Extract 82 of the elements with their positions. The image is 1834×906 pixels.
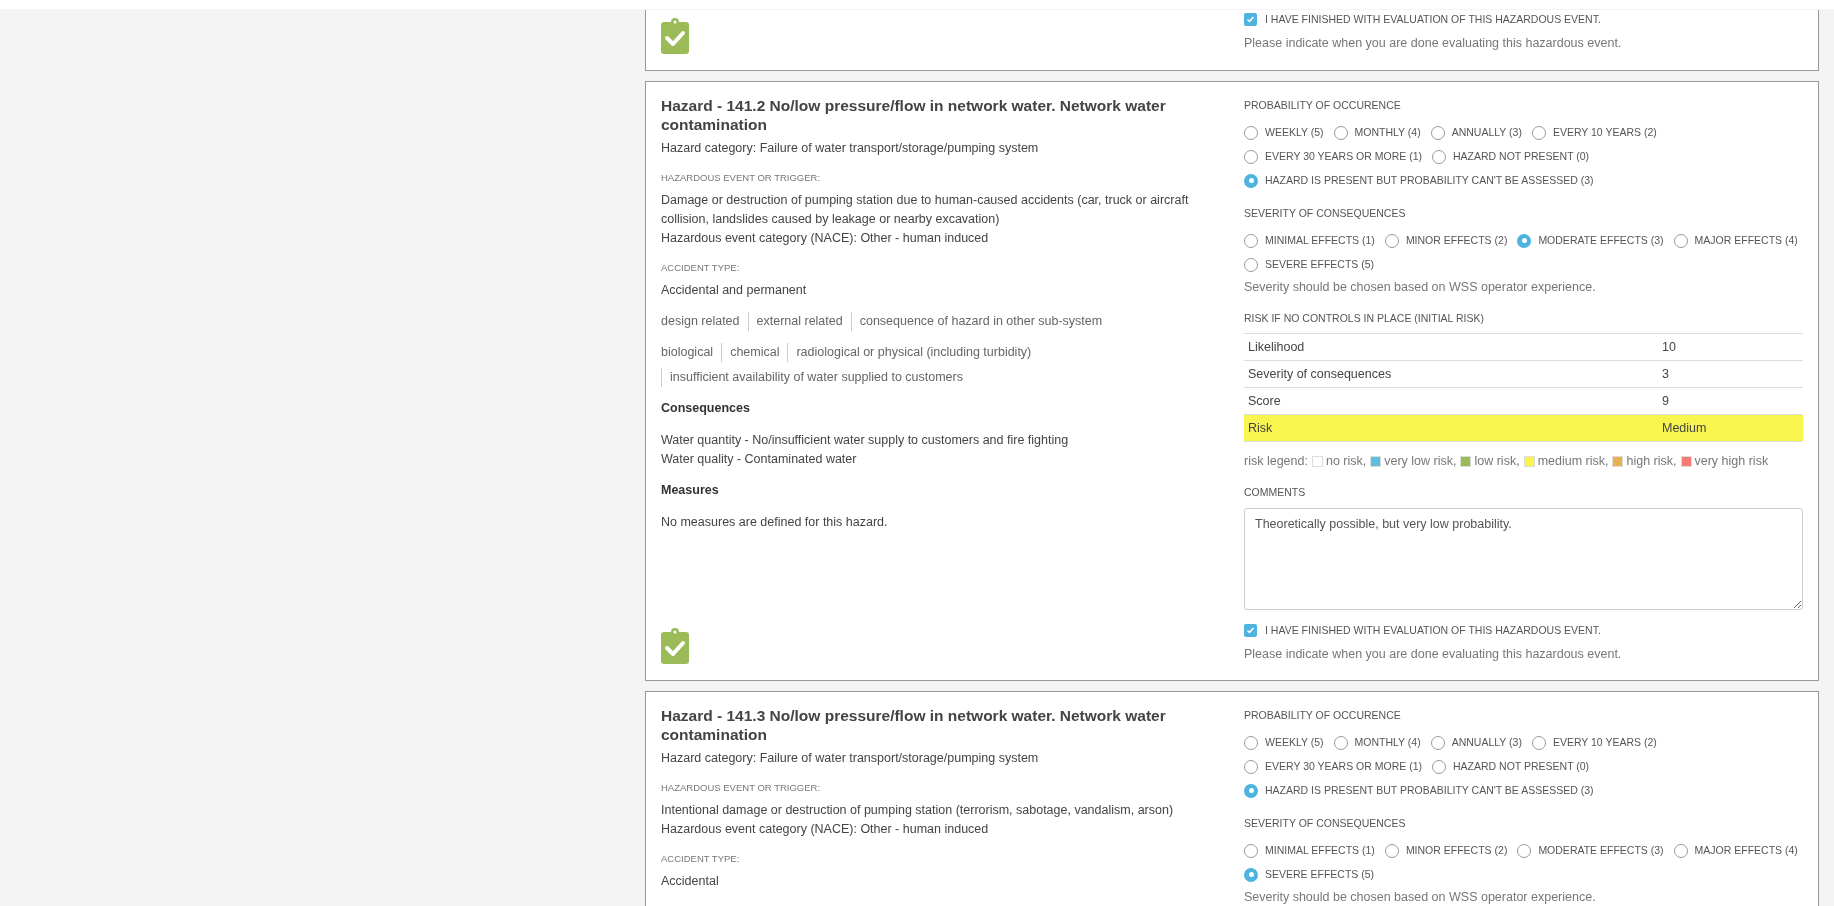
event-category: Hazardous event category (NACE): Other - human induced xyxy=(661,230,990,247)
hazard-category: Hazard category: Failure of water transport/storage/pumping system xyxy=(661,750,1040,767)
radio-option[interactable]: EVERY 30 YEARS OR MORE (1) xyxy=(1244,757,1422,776)
radio-option[interactable]: MAJOR EFFECTS (4) xyxy=(1673,231,1798,250)
radio-option[interactable]: MINIMAL EFFECTS (1) xyxy=(1244,231,1375,250)
legend-text: very low risk, xyxy=(1384,453,1457,470)
section-label: COMMENTS xyxy=(1244,485,1307,500)
radio-option[interactable]: EVERY 10 YEARS (2) xyxy=(1531,123,1657,142)
field-label: HAZARDOUS EVENT OR TRIGGER: xyxy=(661,781,822,795)
hazard-title: Hazard - 141.3 No/low pressure/flow in network water. Network water contamination xyxy=(661,706,1167,744)
hint-text: Severity should be chosen based on WSS operator experience. xyxy=(1244,279,1597,296)
tag-text: design related xyxy=(661,313,740,330)
clipboard-check-icon xyxy=(661,18,689,54)
field-label: ACCIDENT TYPE: xyxy=(661,852,741,866)
hint-text: Severity should be chosen based on WSS operator experience. xyxy=(1244,889,1597,906)
section-heading: Measures xyxy=(661,482,720,499)
radio-option[interactable]: WEEKLY (5) xyxy=(1244,733,1324,752)
clipboard-check-icon xyxy=(661,628,689,664)
radio-option[interactable]: MINIMAL EFFECTS (1) xyxy=(1244,841,1375,860)
legend-label: risk legend: xyxy=(1244,453,1308,470)
section-label: SEVERITY OF CONSEQUENCES xyxy=(1244,206,1407,221)
field-label: HAZARDOUS EVENT OR TRIGGER: xyxy=(661,171,822,185)
consequence-item: Water quality - Contaminated water xyxy=(661,451,858,468)
event-category: Hazardous event category (NACE): Other - human induced xyxy=(661,821,990,838)
tag-text: consequence of hazard in other sub-system xyxy=(850,312,1103,331)
radio-option[interactable]: MODERATE EFFECTS (3) xyxy=(1517,231,1664,250)
table-cell-text: 3 xyxy=(1662,365,1670,383)
radio-option[interactable]: MAJOR EFFECTS (4) xyxy=(1673,841,1798,860)
hint-text: Please indicate when you are done evaluating this hazardous event. xyxy=(1244,35,1623,52)
radio-option[interactable]: MONTHLY (4) xyxy=(1333,733,1421,752)
measures-text: No measures are defined for this hazard. xyxy=(661,514,889,531)
hazard-title: Hazard - 141.2 No/low pressure/flow in network water. Network water contamination xyxy=(661,96,1167,134)
radio-option[interactable]: WEEKLY (5) xyxy=(1244,123,1324,142)
consequence-item: Water quantity - No/insufficient water supply to customers and fire fighting xyxy=(661,432,1070,449)
table-cell-text: Likelihood xyxy=(1248,338,1306,356)
tag-text: external related xyxy=(747,312,843,331)
checkmark-icon xyxy=(1246,15,1255,24)
event-description: Damage or destruction of pumping station due to human-caused accidents (car, truck or aircraft collision, landslides caused by leakage or nearby excavation) xyxy=(661,192,1190,228)
table-cell-text: Medium xyxy=(1662,419,1708,437)
event-description: Intentional damage or destruction of pumping station (terrorism, sabotage, vandalism, arson) xyxy=(661,802,1175,819)
hint-text: Please indicate when you are done evaluating this hazardous event. xyxy=(1244,646,1623,663)
legend-text: medium risk, xyxy=(1537,453,1609,470)
legend-text: no risk, xyxy=(1325,453,1367,470)
finished-checkbox[interactable]: I HAVE FINISHED WITH EVALUATION OF THIS HAZARDOUS EVENT. xyxy=(1244,10,1803,29)
checkmark-icon xyxy=(1246,626,1255,635)
radio-option[interactable]: MINOR EFFECTS (2) xyxy=(1384,231,1508,250)
table-cell-text: 10 xyxy=(1662,338,1677,356)
radio-option[interactable]: SEVERE EFFECTS (5) xyxy=(1244,255,1375,274)
radio-option[interactable]: SEVERE EFFECTS (5) xyxy=(1244,865,1375,884)
hazard-category: Hazard category: Failure of water transport/storage/pumping system xyxy=(661,140,1040,157)
radio-option[interactable]: MONTHLY (4) xyxy=(1333,123,1421,142)
radio-option[interactable]: ANNUALLY (3) xyxy=(1430,123,1522,142)
accident-type: Accidental and permanent xyxy=(661,282,808,299)
radio-option[interactable]: MINOR EFFECTS (2) xyxy=(1384,841,1508,860)
section-label: RISK IF NO CONTROLS IN PLACE (INITIAL RISK) xyxy=(1244,311,1485,326)
radio-option[interactable]: ANNUALLY (3) xyxy=(1430,733,1522,752)
finished-checkbox[interactable]: I HAVE FINISHED WITH EVALUATION OF THIS HAZARDOUS EVENT. xyxy=(1244,621,1803,640)
table-cell-text: Risk xyxy=(1248,419,1274,437)
tag-text: radiological or physical (including turbidity) xyxy=(787,343,1032,362)
section-heading: Consequences xyxy=(661,400,751,417)
tag-text: insufficient availability of water supplied to customers xyxy=(661,368,963,387)
legend-text: high risk, xyxy=(1626,453,1677,470)
radio-option[interactable]: HAZARD NOT PRESENT (0) xyxy=(1432,147,1590,166)
tag-text: biological xyxy=(661,344,714,361)
table-cell-text: Score xyxy=(1248,392,1282,410)
radio-option[interactable]: HAZARD NOT PRESENT (0) xyxy=(1432,757,1590,776)
radio-option[interactable]: EVERY 10 YEARS (2) xyxy=(1531,733,1657,752)
legend-text: low risk, xyxy=(1474,453,1520,470)
comments-field[interactable]: Theoretically possible, but very low probability. xyxy=(1244,508,1803,610)
radio-option[interactable]: EVERY 30 YEARS OR MORE (1) xyxy=(1244,147,1422,166)
section-label: SEVERITY OF CONSEQUENCES xyxy=(1244,816,1407,831)
field-label: ACCIDENT TYPE: xyxy=(661,261,741,275)
legend-text: very high risk xyxy=(1694,453,1769,470)
radio-option[interactable]: HAZARD IS PRESENT BUT PROBABILITY CAN'T BE ASSESSED (3) xyxy=(1244,781,1594,800)
table-cell-text: Severity of consequences xyxy=(1248,365,1393,383)
table-cell-text: 9 xyxy=(1662,392,1670,410)
radio-option[interactable]: HAZARD IS PRESENT BUT PROBABILITY CAN'T BE ASSESSED (3) xyxy=(1244,171,1594,190)
radio-option[interactable]: MODERATE EFFECTS (3) xyxy=(1517,841,1664,860)
section-label: PROBABILITY OF OCCURENCE xyxy=(1244,708,1402,723)
section-label: PROBABILITY OF OCCURENCE xyxy=(1244,98,1402,113)
tag-text: chemical xyxy=(721,343,780,362)
accident-type: Accidental xyxy=(661,873,720,890)
